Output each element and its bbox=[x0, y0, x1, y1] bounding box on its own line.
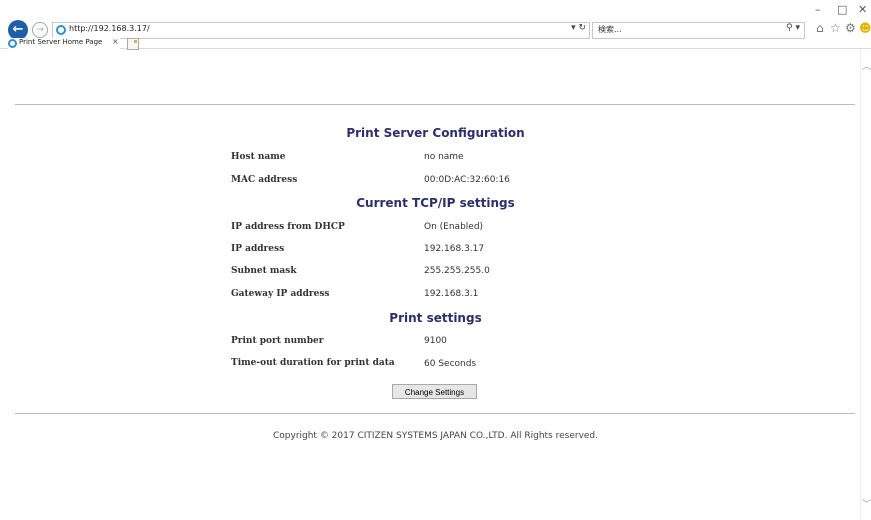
maximize-button[interactable]: □ bbox=[837, 3, 847, 16]
print-port-label: Print port number bbox=[231, 336, 324, 346]
vertical-scrollbar[interactable]: ︿ ﹀ bbox=[860, 49, 871, 520]
smiley-feedback-icon[interactable]: ☻ bbox=[859, 21, 871, 35]
back-button[interactable]: ← bbox=[8, 20, 28, 40]
chevron-up-icon[interactable]: ︿ bbox=[862, 59, 871, 72]
change-settings-button[interactable]: Change Settings bbox=[392, 384, 477, 399]
mac-address-label: MAC address bbox=[231, 175, 298, 185]
search-box[interactable]: 検索... ⚲ ▾ bbox=[592, 22, 805, 39]
ip-address-value: 192.168.3.17 bbox=[424, 244, 485, 254]
arrow-right-icon: → bbox=[36, 25, 44, 35]
ip-address-label: IP address bbox=[231, 244, 285, 254]
gateway-label: Gateway IP address bbox=[231, 289, 330, 299]
bottom-divider bbox=[15, 413, 855, 414]
subnet-mask-value: 255.255.255.0 bbox=[424, 266, 490, 276]
mac-address-value: 00:0D:AC:32:60:16 bbox=[424, 175, 510, 185]
tab-title: Print Server Home Page bbox=[19, 38, 103, 46]
search-icon[interactable]: ⚲ ▾ bbox=[786, 23, 800, 33]
timeout-value: 60 Seconds bbox=[424, 359, 477, 369]
new-tab-icon bbox=[134, 40, 137, 43]
subnet-mask-label: Subnet mask bbox=[231, 266, 297, 276]
forward-button[interactable]: → bbox=[32, 22, 48, 38]
close-window-button[interactable]: ✕ bbox=[858, 3, 867, 16]
copyright-text: Copyright © 2017 CITIZEN SYSTEMS JAPAN C… bbox=[272, 431, 599, 441]
ie-tab-icon bbox=[8, 39, 17, 48]
host-name-value: no name bbox=[424, 152, 464, 162]
search-input[interactable]: 検索... bbox=[598, 24, 622, 35]
tab-print-server[interactable]: Print Server Home Page × bbox=[8, 37, 120, 49]
timeout-label: Time-out duration for print data bbox=[231, 358, 395, 368]
browser-chrome: – □ ✕ ← → http://192.168.3.17/ ▾ ↻ 検索...… bbox=[0, 0, 871, 50]
close-tab-icon[interactable]: × bbox=[112, 37, 119, 46]
ie-page-icon bbox=[56, 25, 66, 35]
section-title-config: Print Server Configuration bbox=[346, 126, 525, 140]
dhcp-label: IP address from DHCP bbox=[231, 222, 345, 232]
print-port-value: 9100 bbox=[424, 336, 447, 346]
favorites-star-icon[interactable]: ☆ bbox=[830, 21, 841, 35]
home-icon[interactable]: ⌂ bbox=[816, 21, 824, 35]
section-title-tcpip: Current TCP/IP settings bbox=[356, 196, 515, 210]
address-url[interactable]: http://192.168.3.17/ bbox=[69, 24, 150, 33]
address-bar[interactable]: http://192.168.3.17/ ▾ ↻ bbox=[52, 22, 590, 39]
refresh-icon[interactable]: ▾ ↻ bbox=[571, 23, 586, 33]
gateway-value: 192.168.3.1 bbox=[424, 289, 479, 299]
top-divider bbox=[15, 104, 855, 105]
settings-gear-icon[interactable]: ⚙ bbox=[845, 21, 856, 35]
section-title-print: Print settings bbox=[389, 311, 482, 325]
chevron-down-icon[interactable]: ﹀ bbox=[862, 497, 871, 510]
host-name-label: Host name bbox=[231, 152, 286, 162]
minimize-button[interactable]: – bbox=[815, 3, 821, 16]
dhcp-value: On (Enabled) bbox=[424, 222, 484, 232]
arrow-left-icon: ← bbox=[12, 22, 24, 37]
new-tab-button[interactable] bbox=[127, 38, 139, 50]
